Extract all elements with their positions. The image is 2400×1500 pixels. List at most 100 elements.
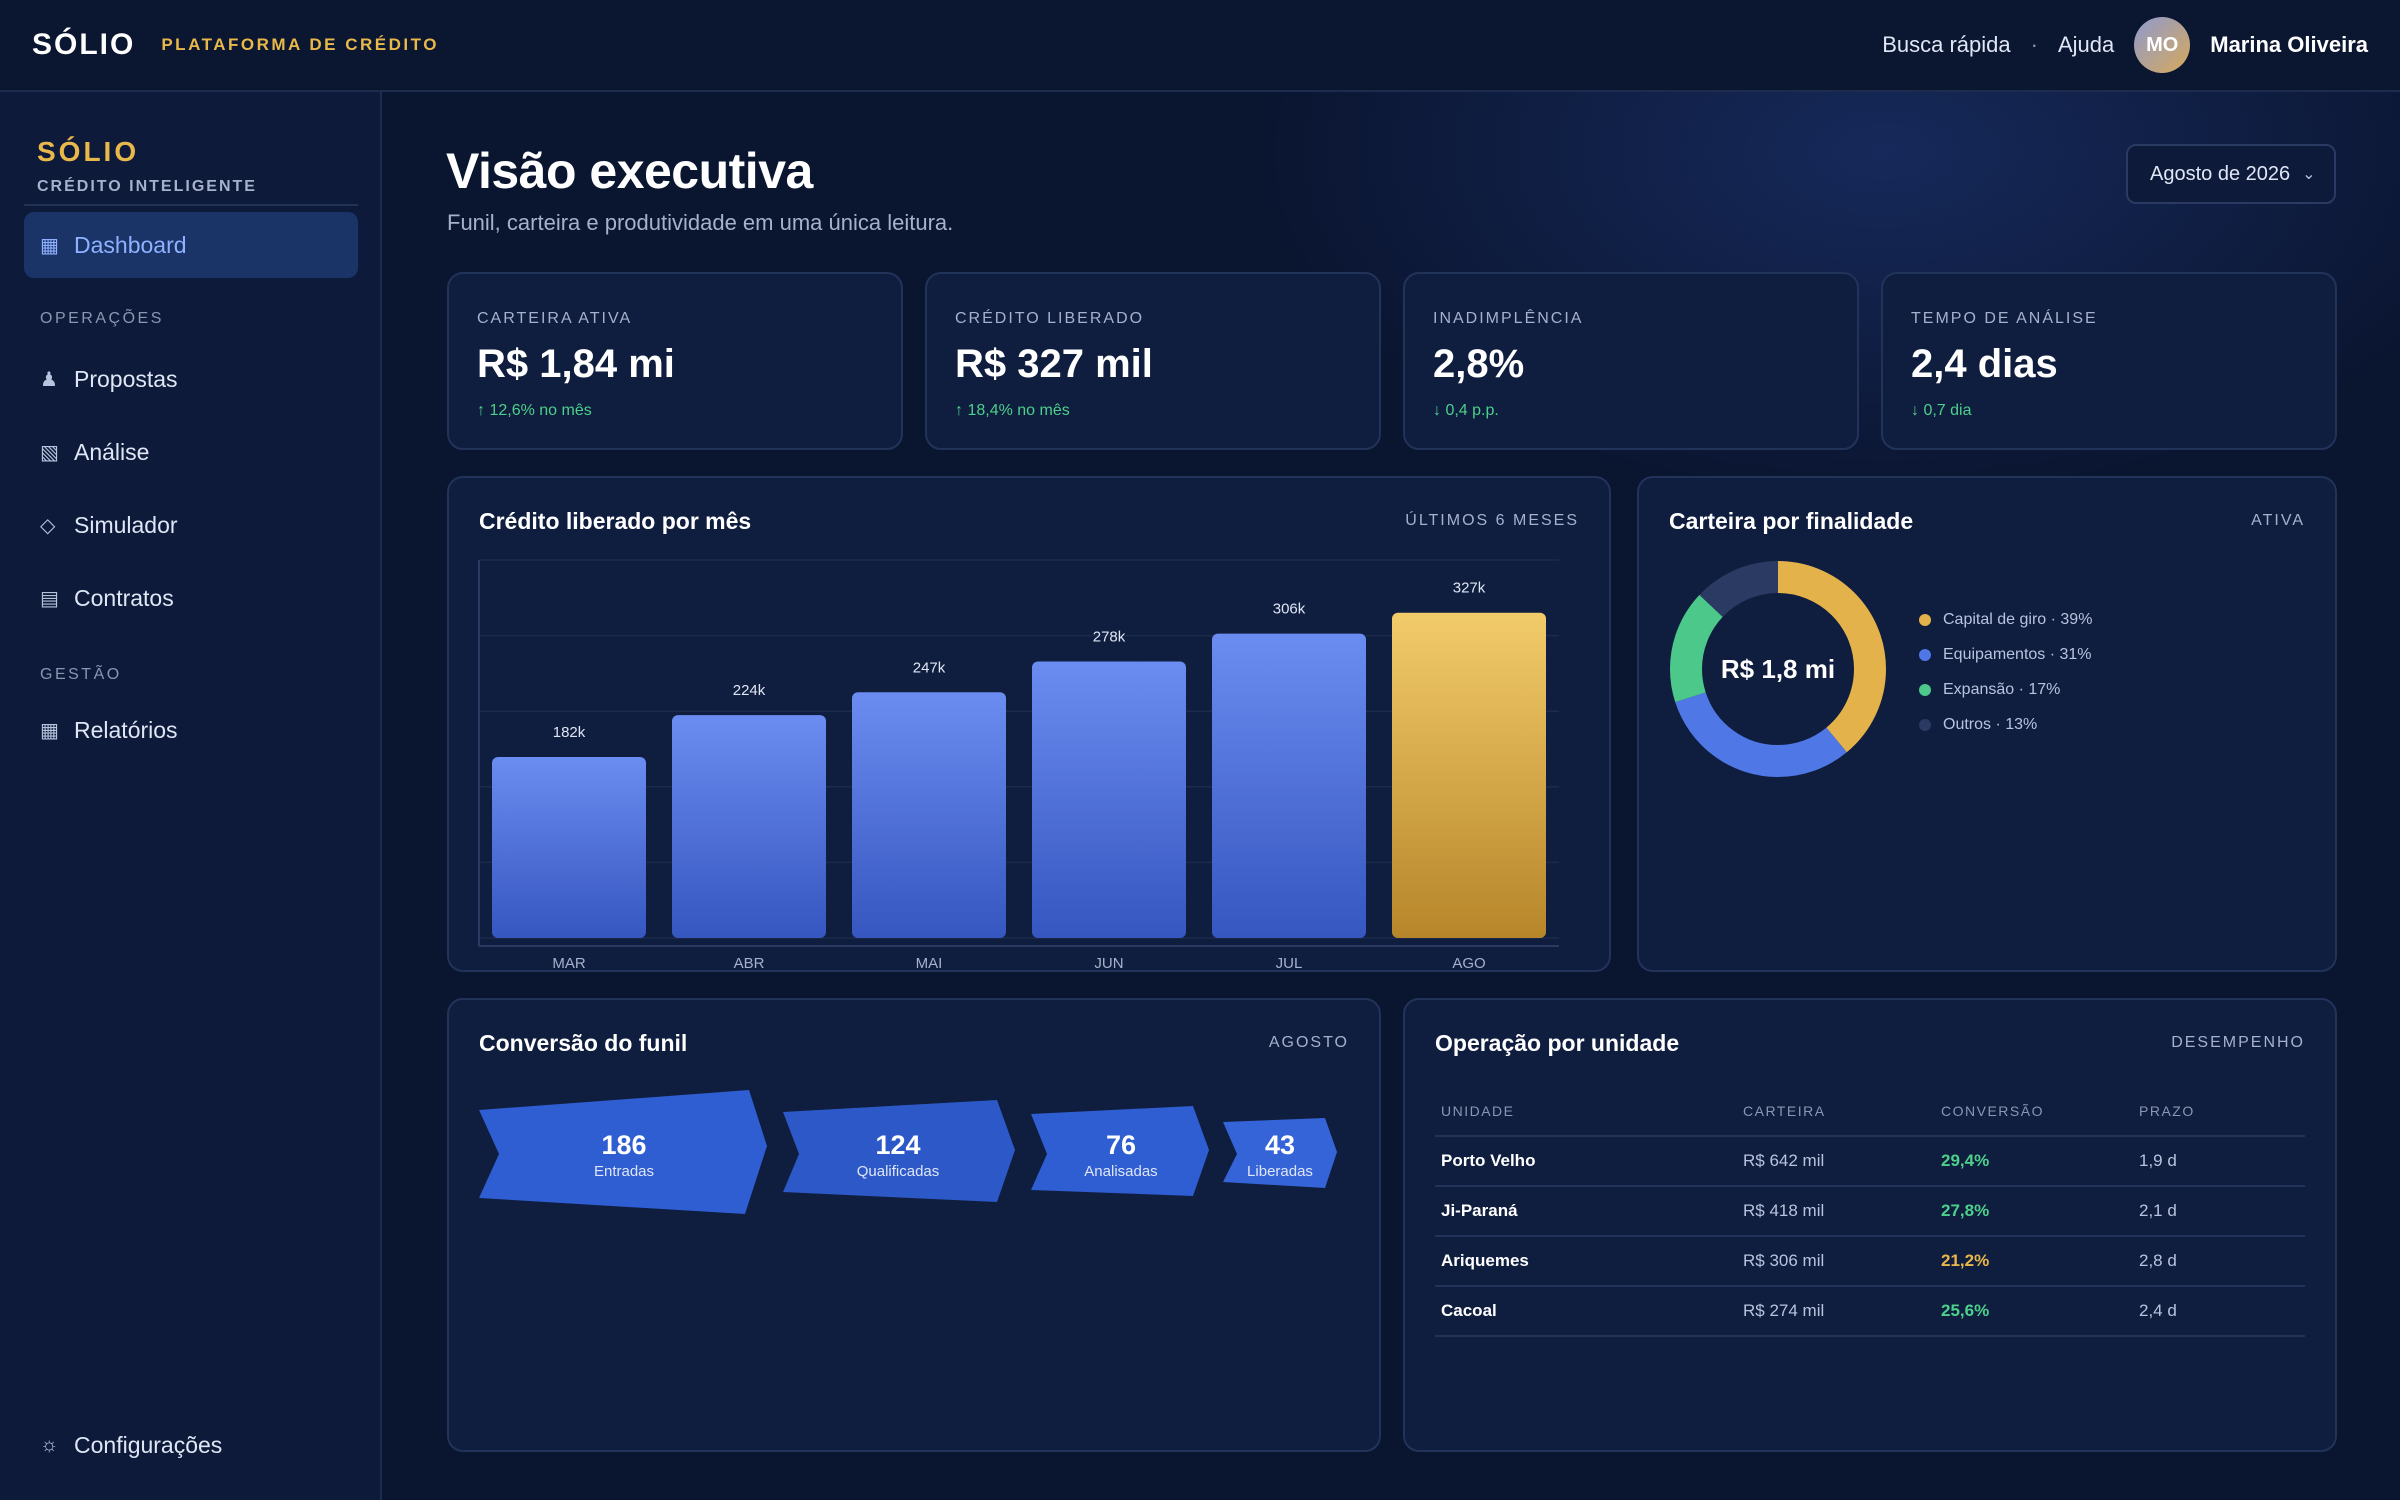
quick-search-link[interactable]: Busca rápida [1882, 32, 2010, 58]
bar-chart-card: Crédito liberado por mês ÚLTIMOS 6 MESES… [447, 476, 1611, 972]
legend-label: Capital de giro · 39% [1943, 611, 2093, 628]
legend-dot [1919, 649, 1931, 661]
sidebar-item-label: Relatórios [74, 716, 178, 743]
x-tick-label: AGO [1452, 955, 1485, 970]
legend-label: Equipamentos · 31% [1943, 646, 2092, 663]
funnel-step-qualified: 124 Qualificadas [783, 1100, 1015, 1202]
x-tick-label: JUL [1276, 955, 1303, 970]
table-icon: ▦ [40, 719, 59, 742]
user-name[interactable]: Marina Oliveira [2210, 32, 2368, 58]
unit-term: 2,1 d [2133, 1186, 2305, 1237]
legend-item: Equipamentos · 31% [1919, 646, 2092, 664]
funnel-label: Liberadas [1247, 1163, 1313, 1180]
bar-value-label: 278k [1093, 628, 1126, 645]
legend-label: Outros · 13% [1943, 716, 2038, 733]
legend-dot [1919, 684, 1931, 696]
units-table-card: Operação por unidade DESEMPENHO UNIDADE … [1403, 998, 2337, 1452]
sidebar-item-simulator[interactable]: ◇ Simulador [24, 492, 358, 558]
kpi-label: CRÉDITO LIBERADO [955, 310, 1145, 327]
sidebar-brand-subtitle: CRÉDITO INTELIGENTE [37, 178, 257, 195]
unit-name: Porto Velho [1435, 1136, 1737, 1187]
kpi-card-active-portfolio: CARTEIRA ATIVA R$ 1,84 mi ↑ 12,6% no mês [447, 272, 903, 450]
legend-label: Expansão · 17% [1943, 681, 2061, 698]
unit-conversion: 25,6% [1935, 1286, 2133, 1337]
bar-abr[interactable] [672, 715, 826, 938]
bar-mar[interactable] [492, 756, 646, 938]
sidebar-item-settings[interactable]: ☼ Configurações [40, 1432, 222, 1459]
bar-jul[interactable] [1212, 633, 1366, 938]
sidebar-item-contracts[interactable]: ▤ Contratos [24, 565, 358, 631]
kpi-label: TEMPO DE ANÁLISE [1911, 310, 2098, 327]
grid-icon: ▦ [40, 234, 59, 257]
funnel-value: 76 [1106, 1130, 1136, 1160]
kpi-delta: ↓ 0,4 p.p. [1433, 402, 1499, 419]
hatched-square-icon: ▧ [40, 441, 59, 464]
sidebar-item-analysis[interactable]: ▧ Análise [24, 419, 358, 485]
bar-mai[interactable] [852, 692, 1006, 938]
card-title: Operação por unidade [1435, 1030, 1680, 1056]
unit-conversion: 29,4% [1935, 1136, 2133, 1187]
chevron-down-icon: ⌄ [2302, 166, 2316, 183]
period-select[interactable]: Agosto de 2026 ⌄ [2126, 144, 2336, 204]
donut-center-label: R$ 1,8 mi [1721, 654, 1835, 684]
kpi-value: 2,8% [1433, 342, 1525, 386]
separator: · [2030, 32, 2038, 57]
sidebar-item-label: Simulador [74, 511, 178, 538]
table-row[interactable]: Ariquemes R$ 306 mil 21,2% 2,8 d [1435, 1236, 2305, 1287]
bar-value-label: 247k [913, 659, 946, 676]
help-link[interactable]: Ajuda [2058, 32, 2114, 58]
sidebar-item-dashboard[interactable]: ▦ Dashboard [24, 212, 358, 278]
sidebar-item-proposals[interactable]: ♟ Propostas [24, 346, 358, 412]
brand-logo[interactable]: SÓLIO [32, 28, 135, 62]
kpi-delta: ↓ 0,7 dia [1911, 402, 1972, 419]
kpi-label: CARTEIRA ATIVA [477, 310, 633, 327]
funnel-value: 124 [875, 1130, 920, 1160]
unit-portfolio: R$ 306 mil [1737, 1236, 1935, 1287]
funnel-step-analyzed: 76 Analisadas [1031, 1106, 1209, 1196]
bar-value-label: 306k [1273, 601, 1306, 618]
page-title: Visão executiva [446, 143, 813, 199]
sidebar-item-reports[interactable]: ▦ Relatórios [24, 697, 358, 763]
unit-name: Ji-Paraná [1435, 1186, 1737, 1237]
kpi-value: R$ 1,84 mi [477, 342, 675, 386]
divider [24, 204, 358, 206]
column-header-conversion[interactable]: CONVERSÃO [1935, 1086, 2133, 1137]
kpi-card-credit-released: CRÉDITO LIBERADO R$ 327 mil ↑ 18,4% no m… [925, 272, 1381, 450]
column-header-term[interactable]: PRAZO [2133, 1086, 2305, 1137]
bar-value-label: 224k [733, 682, 766, 699]
unit-conversion: 27,8% [1935, 1186, 2133, 1237]
x-tick-label: MAI [916, 955, 943, 970]
list-icon: ▤ [40, 587, 59, 610]
top-bar: SÓLIO PLATAFORMA DE CRÉDITO Busca rápida… [0, 0, 2400, 92]
funnel-value: 186 [601, 1130, 646, 1160]
units-table: UNIDADE CARTEIRA CONVERSÃO PRAZO Porto V… [1435, 1086, 2305, 1337]
table-header-row: UNIDADE CARTEIRA CONVERSÃO PRAZO [1435, 1086, 2305, 1137]
column-header-unit[interactable]: UNIDADE [1435, 1086, 1737, 1137]
brand-subtitle: PLATAFORMA DE CRÉDITO [161, 35, 439, 54]
legend-item: Capital de giro · 39% [1919, 611, 2092, 629]
table-row[interactable]: Ji-Paraná R$ 418 mil 27,8% 2,1 d [1435, 1186, 2305, 1237]
x-tick-label: JUN [1094, 955, 1123, 970]
period-value: Agosto de 2026 [2150, 162, 2291, 185]
nav-section-operations: OPERAÇÕES [40, 310, 164, 327]
kpi-card-analysis-time: TEMPO DE ANÁLISE 2,4 dias ↓ 0,7 dia [1881, 272, 2337, 450]
kpi-label: INADIMPLÊNCIA [1433, 310, 1584, 327]
unit-term: 2,4 d [2133, 1286, 2305, 1337]
unit-portfolio: R$ 418 mil [1737, 1186, 1935, 1237]
funnel-chart: 186 Entradas 124 Qualificadas 76 Analisa… [479, 1090, 1337, 1214]
bar-ago[interactable] [1392, 612, 1546, 938]
unit-portfolio: R$ 642 mil [1737, 1136, 1935, 1187]
funnel-value: 43 [1265, 1130, 1295, 1160]
sidebar-item-label: Análise [74, 438, 150, 465]
x-tick-label: ABR [734, 955, 765, 970]
funnel-label: Qualificadas [857, 1163, 940, 1180]
bar-jun[interactable] [1032, 661, 1186, 938]
table-row[interactable]: Porto Velho R$ 642 mil 29,4% 1,9 d [1435, 1136, 2305, 1187]
avatar[interactable]: MO [2134, 17, 2191, 73]
column-header-portfolio[interactable]: CARTEIRA [1737, 1086, 1935, 1137]
unit-conversion: 21,2% [1935, 1236, 2133, 1287]
nav-section-management: GESTÃO [40, 666, 122, 683]
donut-chart-card: Carteira por finalidade ATIVA R$ 1,8 mi … [1637, 476, 2337, 972]
kpi-delta: ↑ 18,4% no mês [955, 402, 1070, 419]
table-row[interactable]: Cacoal R$ 274 mil 25,6% 2,4 d [1435, 1286, 2305, 1337]
